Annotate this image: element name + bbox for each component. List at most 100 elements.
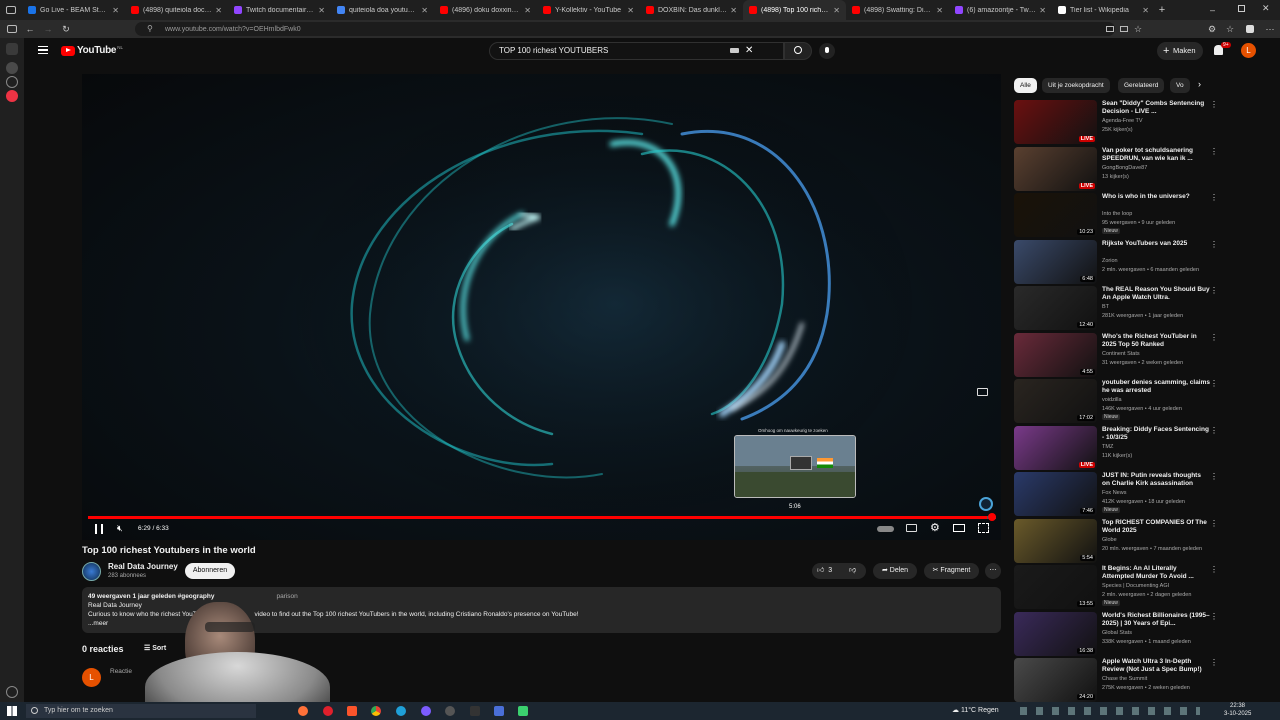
recommendation-channel[interactable]: Fox News	[1102, 490, 1126, 496]
clock-time[interactable]: 22:38	[1230, 703, 1245, 709]
recommendation-item[interactable]: LIVE Van poker tot schuldsanering SPEEDRU…	[1014, 146, 1218, 191]
recommendation-item[interactable]: 12:40 The REAL Reason You Should Buy An A…	[1014, 286, 1218, 330]
tab-close-icon[interactable]: ✕	[1142, 6, 1149, 15]
recommendation-channel[interactable]: BT	[1102, 304, 1109, 310]
more-options-icon[interactable]: ⋮	[1210, 426, 1218, 435]
app-available-icon[interactable]	[1118, 23, 1130, 35]
sidebar-settings-icon[interactable]	[6, 686, 18, 698]
browser-tab[interactable]: (4898) Top 100 richest Yout✕	[743, 0, 846, 20]
forward-icon[interactable]: →	[42, 23, 54, 35]
recommendation-item[interactable]: LIVE Breaking: Diddy Faces Sentencing - 1…	[1014, 425, 1218, 470]
new-tab-button[interactable]: +	[1155, 4, 1169, 16]
recommendation-item[interactable]: 16:38 World's Richest Billionaires (1995–…	[1014, 611, 1218, 656]
recommendation-thumbnail[interactable]: LIVE	[1014, 146, 1097, 191]
tab-close-icon[interactable]: ✕	[524, 6, 531, 15]
sidebar-toggle-icon[interactable]	[6, 23, 18, 35]
more-options-icon[interactable]: ⋮	[1210, 379, 1218, 388]
recommendation-title[interactable]: Van poker tot schuldsanering SPEEDRUN, v…	[1102, 147, 1210, 163]
recommendation-title[interactable]: Breaking: Diddy Faces Sentencing - 10/3/…	[1102, 426, 1210, 442]
more-options-icon[interactable]: ⋮	[1210, 193, 1218, 202]
more-actions-button[interactable]: ⋯	[985, 563, 1001, 579]
progress-bar[interactable]	[88, 513, 996, 521]
recommendation-title[interactable]: Sean "Diddy" Combs Sentencing Decision -…	[1102, 100, 1210, 116]
browser-tab[interactable]: (4898) Swatting: Die Polizei✕	[846, 0, 949, 20]
read-aloud-icon[interactable]	[1104, 23, 1116, 35]
scrubber-handle[interactable]	[988, 513, 996, 521]
recommendation-thumbnail[interactable]: 24:20	[1014, 658, 1097, 702]
chips-next-icon[interactable]: ›	[1198, 79, 1201, 89]
app-icon-purple[interactable]	[421, 706, 431, 716]
recommendation-channel[interactable]: voidzilla	[1102, 397, 1122, 403]
account-avatar[interactable]: L	[1241, 43, 1256, 58]
games-icon[interactable]	[6, 90, 18, 102]
recommendation-thumbnail[interactable]: 16:38	[1014, 611, 1097, 656]
more-options-icon[interactable]: ⋮	[1210, 147, 1218, 156]
tab-close-icon[interactable]: ✕	[730, 6, 737, 15]
mute-button[interactable]: 🔇︎	[117, 523, 123, 534]
recommendation-channel[interactable]: Agenda-Free TV	[1102, 118, 1143, 124]
app-icon-green[interactable]	[518, 706, 528, 716]
collections-icon[interactable]	[1244, 23, 1256, 35]
recommendation-thumbnail[interactable]: 10:23	[1014, 193, 1097, 237]
recommendation-channel[interactable]: TMZ	[1102, 444, 1113, 450]
recommendation-channel[interactable]: Continent Stats	[1102, 351, 1140, 357]
favorites-icon[interactable]: ☆	[1224, 23, 1236, 35]
more-options-icon[interactable]: ⋮	[1210, 472, 1218, 481]
browser-tab[interactable]: (6) amazoontje - Twitch ✕	[949, 0, 1052, 20]
recommendation-item[interactable]: 7:46 JUST IN: Putin reveals thoughts on C…	[1014, 472, 1218, 516]
reload-icon[interactable]: ↻	[60, 23, 72, 35]
recommendation-item[interactable]: 6:48 Rijkste YouTubers van 2025 Zorion 2 ml…	[1014, 239, 1218, 284]
youtube-logo[interactable]: YouTube NL	[61, 45, 123, 56]
browser-tab[interactable]: quiteiola doa youtube deuts✕	[331, 0, 434, 20]
url-field[interactable]: ⚲ www.youtube.com/watch?v=OEHmlbdFwk0	[135, 22, 1115, 36]
tab-close-icon[interactable]: ✕	[1039, 6, 1046, 15]
chip-more[interactable]: Vo	[1170, 78, 1190, 93]
browser-menu-icon[interactable]	[0, 0, 22, 20]
recommendation-title[interactable]: Who is who in the universe?	[1102, 193, 1210, 201]
firefox-icon[interactable]	[298, 706, 308, 716]
clip-button[interactable]: ✂ Fragment	[924, 563, 979, 579]
tab-close-icon[interactable]: ✕	[421, 6, 428, 15]
comment-input[interactable]: Reactie	[110, 668, 132, 675]
tab-close-icon[interactable]: ✕	[215, 6, 222, 15]
recommendation-channel[interactable]: Globe	[1102, 537, 1117, 543]
recommendation-channel[interactable]: GongBongDave87	[1102, 165, 1147, 171]
clock-date[interactable]: 3-10-2025	[1224, 711, 1251, 717]
app-icon-gray[interactable]	[445, 706, 455, 716]
recommendation-thumbnail[interactable]: 7:46	[1014, 472, 1097, 516]
browser-tab[interactable]: Twitch documentaire zoeke✕	[228, 0, 331, 20]
browser-tab[interactable]: (4898) quiteiola doc - YouTube✕	[125, 0, 228, 20]
cast-icon[interactable]	[977, 388, 988, 396]
recommendation-item[interactable]: 4:55 Who's the Richest YouTuber in 2025 T…	[1014, 332, 1218, 377]
more-options-icon[interactable]: ⋮	[1210, 612, 1218, 621]
tab-close-icon[interactable]: ✕	[833, 6, 840, 15]
recommendation-channel[interactable]: Zorion	[1102, 258, 1118, 264]
pause-button[interactable]	[95, 524, 103, 534]
brave-icon[interactable]	[347, 706, 357, 716]
autoplay-toggle[interactable]	[877, 526, 894, 532]
window-restore-icon[interactable]	[1238, 5, 1245, 12]
recommendation-channel[interactable]: Species | Documenting AGI	[1102, 583, 1169, 589]
taskbar-search[interactable]: Typ hier om te zoeken	[26, 704, 256, 718]
channel-name[interactable]: Real Data Journey	[108, 562, 178, 571]
share-button[interactable]: ➦ Delen	[873, 563, 917, 579]
favorite-star-icon[interactable]: ☆	[1132, 23, 1144, 35]
history-icon[interactable]	[6, 76, 18, 88]
chip-alle[interactable]: Alle	[1014, 78, 1037, 93]
recommendation-title[interactable]: Who's the Richest YouTuber in 2025 Top 5…	[1102, 333, 1210, 349]
subscribe-button[interactable]: Abonneren	[185, 563, 235, 579]
browser-tab[interactable]: Y-Kollektiv - YouTube ✕	[537, 0, 640, 20]
search-input[interactable]: TOP 100 richest YOUTUBERS ✕	[489, 42, 784, 60]
recommendation-title[interactable]: World's Richest Billionaires (1995–2025)…	[1102, 612, 1210, 628]
recommendation-channel[interactable]: Chase the Summit	[1102, 676, 1147, 682]
recommendation-item[interactable]: 17:02 youtuber denies scamming, claims he…	[1014, 379, 1218, 423]
hamburger-menu-icon[interactable]	[38, 46, 48, 54]
voice-search-button[interactable]	[819, 43, 835, 59]
recommendation-thumbnail[interactable]: 6:48	[1014, 239, 1097, 284]
fullscreen-icon[interactable]	[978, 523, 989, 533]
clear-search-icon[interactable]: ✕	[745, 43, 753, 59]
tab-close-icon[interactable]: ✕	[112, 6, 119, 15]
search-button[interactable]	[784, 42, 812, 60]
chrome-icon[interactable]	[371, 706, 381, 716]
create-button[interactable]: + Maken	[1157, 42, 1203, 60]
